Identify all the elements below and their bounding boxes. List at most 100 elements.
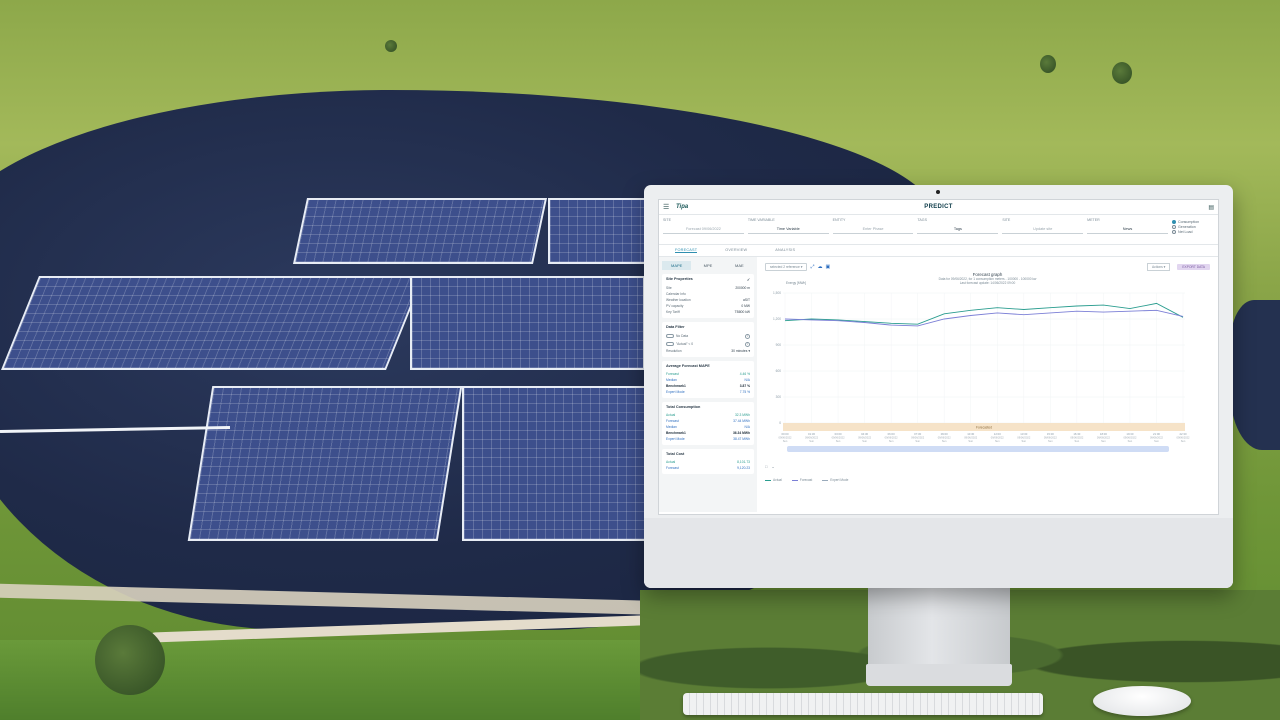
chart-legend: Actual Forecast Expert Mode <box>765 478 848 482</box>
filter-label: TIME VARIABLE <box>747 218 775 222</box>
filter-group: SITE Update site <box>1002 218 1084 241</box>
x-tick-day: Sun <box>942 439 947 443</box>
top-bar: ☰ Tipa ▤ <box>659 200 1218 215</box>
card-title: Site Properties ✓ <box>666 277 750 282</box>
export-data-button[interactable]: EXPORT DATA <box>1177 264 1210 270</box>
filter-field[interactable]: Tags <box>917 224 999 234</box>
filter-group: TIME VARIABLE Time Variable <box>747 218 829 241</box>
total-cost-title: Total Cost <box>666 452 685 456</box>
x-tick-date: 09/06/2022 <box>779 436 793 440</box>
legend-item[interactable]: Expert Mode <box>822 478 848 482</box>
average-mape-card: Average Forecast MAPE Forecast 4.46 % Medi… <box>662 361 754 398</box>
solar-array <box>292 198 548 264</box>
expand-icon[interactable]: ⤢ <box>810 264 814 270</box>
x-tick-day: Sun <box>1128 439 1133 443</box>
filter-bar: SITE Forecast 09/06/2022 TIME VARIABLE Time… <box>659 215 1218 245</box>
x-tick-label: 13:30 <box>1020 432 1027 436</box>
app-logo[interactable]: Tipa <box>676 204 688 210</box>
x-tick-date: 09/06/2022 <box>911 436 925 440</box>
radio-option[interactable]: Consumption <box>1171 220 1214 224</box>
legend-item[interactable]: Actual <box>765 478 782 482</box>
monitor-chin <box>644 518 1233 588</box>
mouse <box>1093 686 1191 716</box>
solar-array <box>187 386 463 541</box>
stat-value: 200000 m <box>735 286 750 290</box>
cloud-icon[interactable]: ☁ <box>817 264 822 270</box>
toggle-label: No Data <box>676 334 689 338</box>
table-icon[interactable]: □ <box>765 464 767 469</box>
filter-field[interactable]: Update site <box>1002 224 1084 234</box>
main-tabs: FORECAST OVERVIEW ANALYSIS <box>659 245 1218 257</box>
stats-panel: MAPE MPE MAE Site Properties ✓ Site 200000 … <box>659 257 757 512</box>
stat-row: Key Tariff TB800 kW <box>666 309 750 315</box>
tab-overview[interactable]: OVERVIEW <box>725 248 747 253</box>
calendar-icon[interactable]: ▤ <box>1208 204 1214 211</box>
toggle-switch[interactable] <box>666 342 674 346</box>
info-icon[interactable]: i <box>745 333 750 339</box>
y-tick-label: 600 <box>776 369 782 373</box>
radio-dot[interactable] <box>1171 225 1176 229</box>
actions-dropdown[interactable]: Actions ▾ <box>1146 263 1171 271</box>
stat-value: 38.47 MWh <box>733 437 750 441</box>
chart-toolbar: selected 2 reference ▾ ⤢ ☁ ▣ Actions ▾ E… <box>765 263 1210 271</box>
content: MAPE MPE MAE Site Properties ✓ Site 200000 … <box>659 257 1218 512</box>
x-tick-label: 18:00 <box>1100 432 1107 436</box>
filter-group: ENTITY Enter Phase <box>832 218 914 241</box>
filter-label: SITE <box>663 218 671 222</box>
y-tick-label: 900 <box>776 343 782 347</box>
metric-tab-mae[interactable]: MAE <box>725 261 754 270</box>
site-properties-card: Site Properties ✓ Site 200000 m Calendar I… <box>662 274 754 318</box>
range-slider <box>787 446 1169 452</box>
x-tick-date: 09/06/2022 <box>885 436 899 440</box>
reference-select[interactable]: selected 2 reference ▾ <box>765 263 808 271</box>
toggle-switch[interactable] <box>666 334 674 338</box>
metric-tab-mpe[interactable]: MPE <box>693 261 722 270</box>
stat-row: Forecast 9,120.23 <box>666 465 750 471</box>
x-tick-date: 09/06/2022 <box>1017 436 1031 440</box>
radio-dot[interactable] <box>1171 220 1176 224</box>
x-tick-label: 22:30 <box>1180 432 1187 436</box>
x-tick-day: Sun <box>968 439 973 443</box>
filter-label: METER <box>1087 218 1100 222</box>
filter-field[interactable]: News <box>1087 224 1168 234</box>
resolution-row[interactable]: Resolution 30 minutes ▾ <box>666 348 750 354</box>
image-icon[interactable]: ▣ <box>825 264 830 270</box>
tab-forecast[interactable]: FORECAST <box>675 248 698 253</box>
x-tick-date: 09/06/2022 <box>805 436 819 440</box>
stat-label: Expert Mode <box>666 390 685 394</box>
solar-array <box>548 198 648 264</box>
forecast-chart[interactable]: 1,5001,2009006003000Forecasted00:0009/06… <box>765 289 1193 467</box>
info-icon[interactable]: i <box>745 341 750 347</box>
solar-array <box>1 276 424 370</box>
total-consumption-title: Total Consumption <box>666 405 701 409</box>
x-tick-date: 09/06/2022 <box>1070 436 1084 440</box>
x-tick-day: Sun <box>836 439 841 443</box>
menu-icon[interactable]: ☰ <box>663 203 670 211</box>
reference-select-label: selected 2 reference <box>770 265 800 269</box>
tab-analysis[interactable]: ANALYSIS <box>775 248 795 253</box>
filter-toggle-row: No Data i <box>666 332 750 340</box>
stat-label: Expert Mode <box>666 437 685 441</box>
data-filter-title: Data Filter <box>666 325 685 329</box>
y-tick-label: 1,200 <box>773 317 781 321</box>
lake-edge <box>1230 300 1280 450</box>
chevron-down-icon[interactable]: ⌄ <box>771 464 774 469</box>
filter-field[interactable]: Time Variable <box>747 224 829 234</box>
y-axis-label: Energy [MWh] <box>786 281 807 285</box>
metric-tab-mape[interactable]: MAPE <box>662 261 692 270</box>
radio-option[interactable]: Generation <box>1171 225 1214 229</box>
resolution-value: 30 minutes <box>731 349 748 353</box>
legend-item[interactable]: Forecast <box>792 478 812 482</box>
average-mape-title: Average Forecast MAPE <box>666 364 710 368</box>
x-tick-date: 09/06/2022 <box>1177 436 1191 440</box>
data-filter-card: Data Filter No Data i "Actual" < 0 i Resolu… <box>662 322 754 357</box>
stat-value: 7.75 % <box>739 390 750 394</box>
filter-field[interactable]: Forecast 09/06/2022 <box>663 224 744 234</box>
monitor-foot <box>866 664 1012 686</box>
edit-icon[interactable]: ✓ <box>747 277 750 282</box>
radio-option[interactable]: Net Load <box>1171 230 1214 234</box>
filter-field[interactable]: Enter Phase <box>832 224 914 234</box>
resolution-select[interactable]: 30 minutes ▾ <box>731 348 750 354</box>
radio-dot[interactable] <box>1171 230 1176 234</box>
radio-label: Consumption <box>1177 220 1200 224</box>
